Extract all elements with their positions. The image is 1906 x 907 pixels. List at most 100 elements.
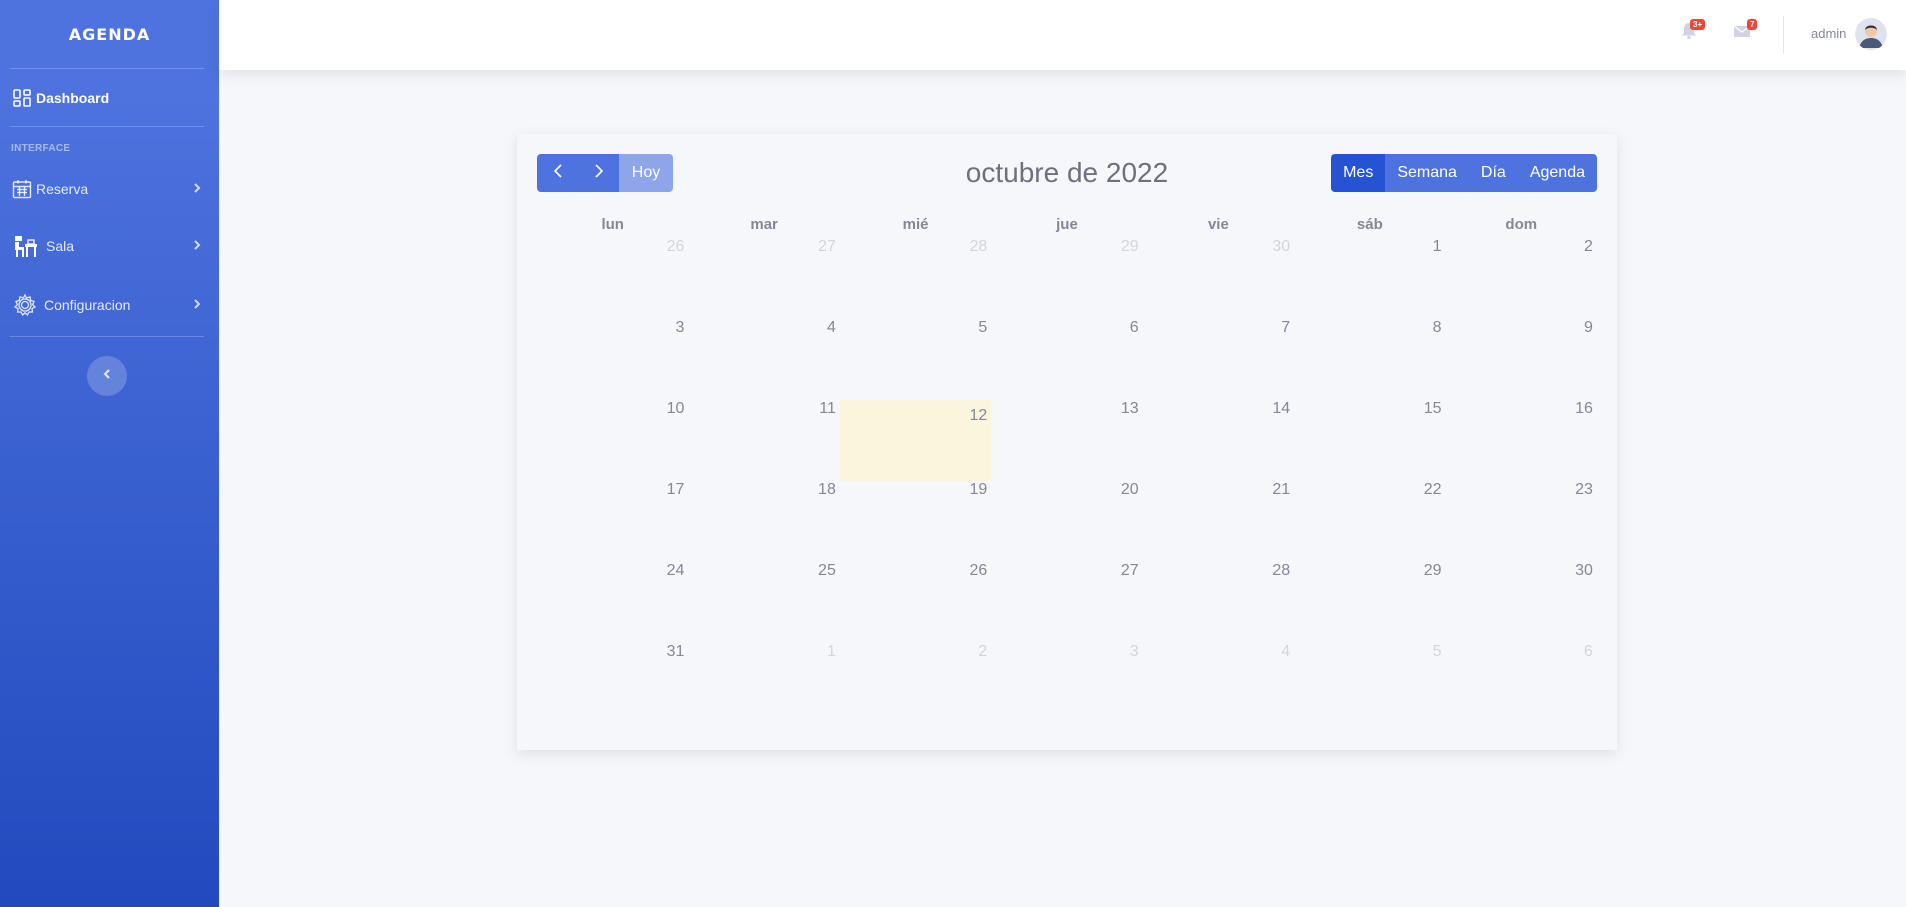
day-number: 16 <box>1575 400 1593 417</box>
day-cell[interactable]: 4 <box>1143 643 1294 724</box>
view-month-button[interactable]: Mes <box>1331 154 1386 192</box>
day-number: 31 <box>666 643 685 660</box>
day-cell[interactable]: 29 <box>1294 562 1445 643</box>
day-cell[interactable]: 7 <box>1143 319 1294 400</box>
view-day-button[interactable]: Día <box>1468 154 1518 192</box>
alerts-button[interactable]: 3+ <box>1680 19 1706 46</box>
day-cell[interactable]: 11 <box>688 400 839 481</box>
day-cell[interactable]: 24 <box>537 562 688 643</box>
day-cell[interactable]: 2 <box>840 643 991 724</box>
day-number: 10 <box>666 400 685 417</box>
day-cell[interactable]: 13 <box>991 400 1142 481</box>
user-name[interactable]: admin <box>1811 26 1846 41</box>
day-cell[interactable]: 31 <box>537 643 688 724</box>
day-cell[interactable]: 23 <box>1446 481 1597 562</box>
day-number: 1 <box>826 643 836 660</box>
day-number: 26 <box>969 562 988 579</box>
sidebar-item-reserva[interactable]: Reserva <box>0 160 219 217</box>
day-cell[interactable]: 19 <box>840 481 991 562</box>
week-row: 3 4 5 6 7 8 9 <box>537 319 1597 400</box>
day-number: 7 <box>1281 319 1291 336</box>
day-number: 13 <box>1120 400 1139 417</box>
day-cell[interactable]: 5 <box>840 319 991 400</box>
day-number: 27 <box>1120 562 1139 579</box>
sidebar-item-label: Dashboard <box>36 89 110 106</box>
day-cell[interactable]: 16 <box>1446 400 1597 481</box>
chevron-right-icon <box>594 163 604 184</box>
alerts-badge: 3+ <box>1690 19 1706 30</box>
week-row: 31 1 2 3 4 5 6 <box>537 643 1597 724</box>
day-cell[interactable]: 1 <box>1294 238 1445 319</box>
day-cell[interactable]: 30 <box>1143 238 1294 319</box>
day-number: 17 <box>666 481 685 498</box>
day-cell[interactable]: 29 <box>991 238 1142 319</box>
messages-button[interactable]: 7 <box>1733 19 1758 46</box>
avatar[interactable] <box>1855 18 1887 50</box>
day-cell[interactable]: 27 <box>688 238 839 319</box>
day-number: 3 <box>675 319 685 336</box>
day-cell[interactable]: 15 <box>1294 400 1445 481</box>
day-cell[interactable]: 28 <box>840 238 991 319</box>
day-number: 24 <box>666 562 685 579</box>
day-number: 11 <box>819 400 836 417</box>
day-cell[interactable]: 2 <box>1446 238 1597 319</box>
day-cell[interactable]: 30 <box>1446 562 1597 643</box>
day-cell[interactable]: 20 <box>991 481 1142 562</box>
day-cell[interactable]: 26 <box>537 238 688 319</box>
day-cell[interactable]: 8 <box>1294 319 1445 400</box>
day-number: 5 <box>978 319 988 336</box>
sidebar-item-dashboard[interactable]: Dashboard <box>0 69 219 126</box>
day-number: 6 <box>1129 319 1139 336</box>
prev-month-button[interactable] <box>537 154 578 192</box>
day-number: 26 <box>666 238 685 255</box>
day-cell[interactable]: 9 <box>1446 319 1597 400</box>
day-cell[interactable]: 3 <box>537 319 688 400</box>
day-number: 28 <box>1272 562 1291 579</box>
day-number: 22 <box>1423 481 1442 498</box>
calendar-card: Hoy octubre de 2022 Mes Semana Día Agend… <box>517 134 1617 750</box>
day-cell[interactable]: 28 <box>1143 562 1294 643</box>
sidebar-item-configuracion[interactable]: Configuracion <box>0 274 219 336</box>
messages-badge: 7 <box>1747 19 1758 30</box>
sidebar-item-label: Reserva <box>36 180 89 197</box>
day-cell[interactable]: 6 <box>1446 643 1597 724</box>
sidebar-item-label: Sala <box>46 237 75 254</box>
view-week-button[interactable]: Semana <box>1385 154 1469 192</box>
day-cell[interactable]: 5 <box>1294 643 1445 724</box>
day-cell[interactable]: 10 <box>537 400 688 481</box>
day-number: 21 <box>1272 481 1291 498</box>
day-cell[interactable]: 22 <box>1294 481 1445 562</box>
topbar: 3+ 7 admin <box>219 0 1906 70</box>
week-row: 24 25 26 27 28 29 30 <box>537 562 1597 643</box>
day-cell[interactable]: 6 <box>991 319 1142 400</box>
week-row: 17 18 19 20 21 22 23 <box>537 481 1597 562</box>
next-month-button[interactable] <box>578 154 619 192</box>
day-number: 15 <box>1423 400 1442 417</box>
day-cell[interactable]: 14 <box>1143 400 1294 481</box>
today-cell[interactable]: 12 <box>839 400 992 481</box>
sidebar-toggle-button[interactable] <box>87 356 127 396</box>
view-agenda-button[interactable]: Agenda <box>1517 154 1597 192</box>
day-number: 4 <box>826 319 836 336</box>
day-cell[interactable]: 27 <box>991 562 1142 643</box>
sidebar: AGENDA Dashboard INTERFACE Reserva Sala … <box>0 0 219 907</box>
brand-title[interactable]: AGENDA <box>0 0 219 68</box>
day-cell[interactable]: 4 <box>688 319 839 400</box>
day-cell[interactable]: 1 <box>688 643 839 724</box>
day-cell[interactable]: 26 <box>840 562 991 643</box>
day-cell[interactable]: 17 <box>537 481 688 562</box>
day-cell[interactable]: 25 <box>688 562 839 643</box>
day-number: 19 <box>969 481 988 498</box>
day-cell[interactable]: 18 <box>688 481 839 562</box>
day-number: 3 <box>1129 643 1139 660</box>
month-grid: lun mar mié jue vie sáb dom 26 27 28 29 … <box>537 216 1597 724</box>
calendar-nav-group: Hoy <box>537 154 673 192</box>
day-number: 29 <box>1120 238 1139 255</box>
weekday-label: jue <box>1056 216 1078 233</box>
sidebar-item-sala[interactable]: Sala <box>0 217 219 274</box>
day-cell[interactable]: 21 <box>1143 481 1294 562</box>
day-cell[interactable]: 3 <box>991 643 1142 724</box>
weekday-label: mar <box>750 216 778 233</box>
day-number: 30 <box>1272 238 1291 255</box>
today-button[interactable]: Hoy <box>619 154 673 192</box>
